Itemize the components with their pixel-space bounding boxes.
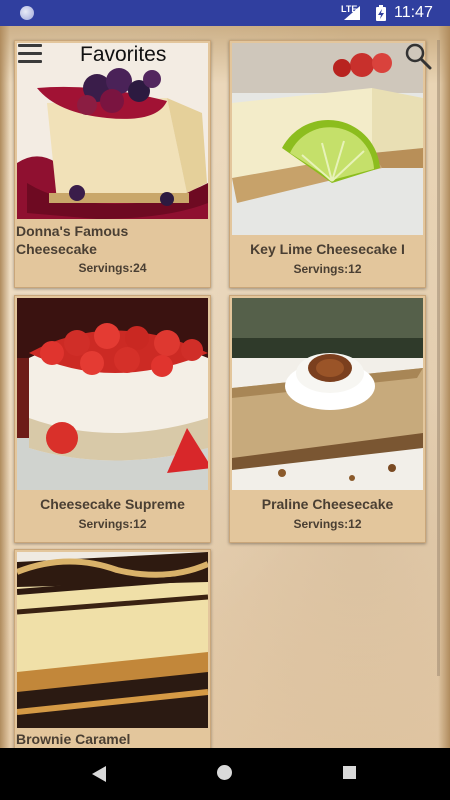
recipe-card[interactable]: Praline Cheesecake Servings:12 xyxy=(229,295,426,543)
clock: 11:47 xyxy=(394,4,433,21)
page-title: Favorites xyxy=(80,43,167,66)
recipe-name: Praline Cheesecake xyxy=(261,496,394,512)
hamburger-menu-icon[interactable] xyxy=(18,44,42,64)
recipe-servings: Servings:24 xyxy=(78,261,147,275)
scrollbar[interactable] xyxy=(437,40,440,676)
recipe-name: Brownie Caramel xyxy=(16,731,131,747)
back-icon[interactable] xyxy=(92,766,106,782)
battery-icon xyxy=(376,5,386,21)
recipe-name: Key Lime Cheesecake I xyxy=(250,241,405,257)
paper-edge xyxy=(0,26,10,748)
navigation-bar xyxy=(0,748,450,800)
recipe-name: Cheesecake Supreme xyxy=(40,496,185,512)
recipe-servings: Servings:12 xyxy=(293,517,362,531)
app-toolbar: Favorites xyxy=(0,26,450,88)
status-bar: LTE 11:47 xyxy=(0,0,450,26)
recipe-name: Donna's Famous Cheesecake xyxy=(16,223,129,257)
search-icon[interactable] xyxy=(404,42,432,70)
home-icon[interactable] xyxy=(217,765,232,780)
network-type: LTE xyxy=(341,4,358,14)
recipe-image xyxy=(17,298,208,490)
recipe-servings: Servings:12 xyxy=(293,262,362,276)
notification-icon xyxy=(20,6,34,20)
recipe-card[interactable]: Brownie Caramel xyxy=(14,549,211,750)
recipe-servings: Servings:12 xyxy=(78,517,147,531)
recipe-image xyxy=(17,552,208,728)
recipe-card[interactable]: Cheesecake Supreme Servings:12 xyxy=(14,295,211,543)
recipe-image xyxy=(232,298,423,490)
recent-apps-icon[interactable] xyxy=(343,766,356,779)
